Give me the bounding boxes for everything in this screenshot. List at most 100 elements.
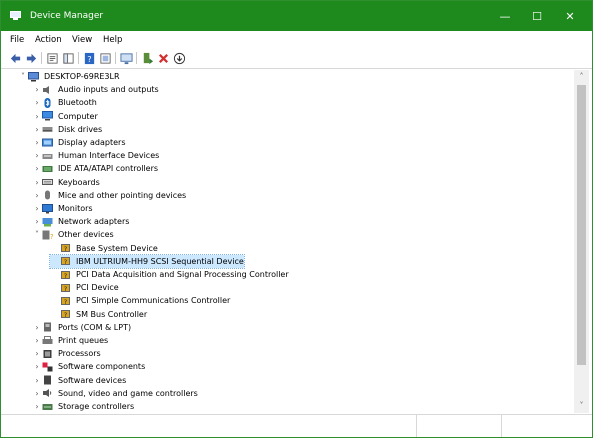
tree-device[interactable]: ? IBM ULTRIUM-HH9 SCSI Sequential Device [49, 253, 245, 269]
download-button[interactable] [172, 51, 186, 65]
tree-item-label: Display adapters [58, 138, 126, 147]
hid-icon [42, 151, 53, 161]
tree-item-label: Storage controllers [58, 402, 135, 411]
expand-arrow-expanded-icon[interactable]: ˅ [18, 72, 28, 81]
tree-category[interactable]: › Ports (COM & LPT) [32, 321, 131, 334]
tree-item-label: Print queues [58, 336, 109, 345]
keyboard-icon [42, 177, 53, 187]
tree-device[interactable]: ? Base System Device [50, 242, 158, 255]
display-adapter-icon [42, 138, 53, 148]
expand-arrow-collapsed-icon[interactable]: › [32, 178, 42, 187]
title-bar[interactable]: Device Manager — ☐ ✕ [1, 1, 592, 31]
minimize-button[interactable]: — [489, 1, 521, 31]
expand-arrow-collapsed-icon[interactable]: › [32, 138, 42, 147]
scan-hardware-button[interactable] [119, 51, 133, 65]
tree-item-label: Base System Device [76, 243, 158, 253]
download-icon [173, 52, 186, 65]
maximize-button[interactable]: ☐ [521, 1, 553, 31]
toolbar: ? [1, 48, 592, 69]
show-hide-console-tree-button[interactable] [61, 51, 75, 65]
expand-arrow-collapsed-icon[interactable]: › [32, 376, 42, 385]
tree-category[interactable]: › Storage controllers [32, 400, 134, 413]
tree-item-label: Network adapters [58, 217, 130, 227]
help-button[interactable]: ? [82, 51, 96, 65]
tree-category[interactable]: › Computer [32, 110, 98, 123]
scroll-down-button[interactable]: ˅ [574, 399, 589, 413]
menu-file[interactable]: File [10, 35, 24, 45]
expand-arrow-collapsed-icon[interactable]: › [32, 336, 42, 345]
tree-category[interactable]: › Bluetooth [32, 96, 97, 109]
tree-category[interactable]: › IDE ATA/ATAPI controllers [32, 162, 158, 175]
expand-arrow-collapsed-icon[interactable]: › [32, 217, 42, 226]
toolbar-separator [115, 52, 116, 64]
tree-root-computer[interactable]: ˅ DESKTOP-69RE3LR [18, 70, 120, 83]
tree-category[interactable]: › Keyboards [32, 176, 100, 189]
menu-help[interactable]: Help [103, 35, 122, 45]
tree-category[interactable]: ˅? Other devices [32, 228, 114, 241]
scroll-up-button[interactable]: ˄ [574, 70, 589, 84]
network-adapter-icon [42, 217, 53, 227]
svg-text:?: ? [87, 54, 91, 64]
svg-text:?: ? [50, 233, 53, 240]
tree-device[interactable]: ? PCI Data Acquisition and Signal Process… [50, 268, 289, 281]
tree-device[interactable]: ? PCI Simple Communications Controller [50, 294, 230, 307]
expand-arrow-collapsed-icon[interactable]: › [32, 389, 42, 398]
update-driver-button[interactable] [140, 51, 154, 65]
speaker-icon [42, 85, 53, 95]
tree-category[interactable]: › Sound, video and game controllers [32, 387, 197, 400]
vertical-scrollbar[interactable]: ˄ ˅ [574, 70, 589, 413]
tree-category[interactable]: › Disk drives [32, 123, 102, 136]
expand-arrow-collapsed-icon[interactable]: › [32, 151, 42, 160]
expand-arrow-collapsed-icon[interactable]: › [32, 98, 42, 107]
tree-item-label: Mice and other pointing devices [58, 190, 187, 200]
uninstall-device-button[interactable] [156, 51, 170, 65]
menu-view[interactable]: View [72, 35, 92, 45]
expand-arrow-collapsed-icon[interactable]: › [32, 164, 42, 173]
tree-category[interactable]: › Display adapters [32, 136, 126, 149]
expand-arrow-expanded-icon[interactable]: ˅ [32, 230, 42, 239]
tree-category[interactable]: › Software devices [32, 374, 126, 387]
tree-device[interactable]: ? PCI Device [50, 281, 119, 294]
toolbar-separator [136, 52, 137, 64]
scan-hardware-icon [119, 52, 133, 65]
tree-device[interactable]: ? SM Bus Controller [50, 308, 147, 321]
close-button[interactable]: ✕ [554, 1, 586, 31]
unknown-device-icon: ? [60, 270, 71, 280]
tree-category[interactable]: › Audio inputs and outputs [32, 83, 158, 96]
back-button[interactable] [8, 51, 22, 65]
properties-icon [46, 52, 59, 65]
mouse-icon [42, 190, 53, 200]
tree-category[interactable]: › Print queues [32, 334, 108, 347]
expand-arrow-collapsed-icon[interactable]: › [32, 125, 42, 134]
ide-controller-icon [42, 164, 53, 174]
tree-item-label: Processors [58, 349, 101, 359]
svg-text:?: ? [64, 245, 67, 253]
toolbar-separator [78, 52, 79, 64]
expand-arrow-collapsed-icon[interactable]: › [32, 112, 42, 121]
expand-arrow-collapsed-icon[interactable]: › [32, 204, 42, 213]
expand-arrow-collapsed-icon[interactable]: › [32, 402, 42, 411]
expand-arrow-collapsed-icon[interactable]: › [32, 85, 42, 94]
forward-button[interactable] [24, 51, 38, 65]
tree-category[interactable]: › Software components [32, 360, 145, 373]
printer-icon [42, 335, 53, 346]
show-hide-console-tree-icon [62, 52, 75, 65]
scroll-thumb[interactable] [577, 85, 586, 365]
tree-category[interactable]: › Mice and other pointing devices [32, 189, 186, 202]
tree-item-label: Keyboards [58, 177, 100, 187]
expand-arrow-collapsed-icon[interactable]: › [32, 191, 42, 200]
tree-category[interactable]: › Processors [32, 347, 101, 360]
status-divider [501, 415, 502, 437]
back-icon [9, 52, 22, 65]
tree-item-label: IDE ATA/ATAPI controllers [58, 164, 159, 174]
sound-icon [42, 388, 53, 398]
properties-button[interactable] [45, 51, 59, 65]
expand-arrow-collapsed-icon[interactable]: › [32, 362, 42, 371]
view-button[interactable] [98, 51, 112, 65]
menu-action[interactable]: Action [35, 35, 62, 45]
expand-arrow-collapsed-icon[interactable]: › [32, 323, 42, 332]
tree-category[interactable]: › Monitors [32, 202, 93, 215]
expand-arrow-collapsed-icon[interactable]: › [32, 349, 42, 358]
tree-category[interactable]: › Human Interface Devices [32, 149, 159, 162]
tree-category[interactable]: › Network adapters [32, 215, 129, 228]
